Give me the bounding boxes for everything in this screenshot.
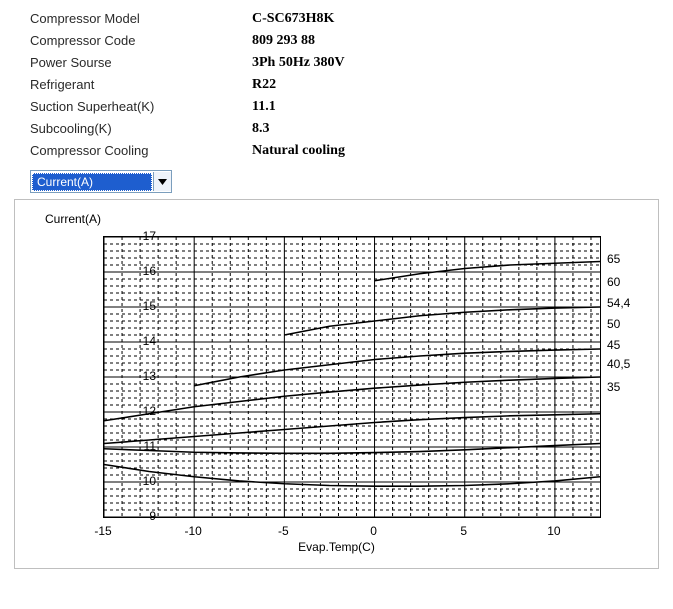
spec-label: Suction Superheat(K) xyxy=(30,96,252,118)
series-line xyxy=(375,262,600,281)
spec-row: Compressor CoolingNatural cooling xyxy=(30,140,649,162)
x-tick-label: 10 xyxy=(547,524,560,538)
y-tick-label: 15 xyxy=(76,299,156,313)
spec-row: Power Sourse3Ph 50Hz 380V xyxy=(30,52,649,74)
series-label: 65 xyxy=(607,252,620,266)
spec-label: Compressor Code xyxy=(30,30,252,52)
spec-value: Natural cooling xyxy=(252,140,345,162)
spec-label: Refrigerant xyxy=(30,74,252,96)
x-tick-label: -15 xyxy=(94,524,111,538)
chart-panel: Current(A) 9 10 11 12 13 14 15 16 17 -15 -10 -5 0 5 1… xyxy=(14,199,659,569)
dropdown-selected: Current(A) xyxy=(32,173,152,191)
y-tick-label: 14 xyxy=(76,334,156,348)
series-line xyxy=(104,444,600,454)
spec-label: Compressor Model xyxy=(30,8,252,30)
spec-value: 8.3 xyxy=(252,118,270,140)
y-tick-label: 13 xyxy=(76,369,156,383)
chevron-down-icon xyxy=(153,172,171,191)
series-line xyxy=(104,377,600,421)
series-line xyxy=(104,465,600,487)
metric-dropdown[interactable]: Current(A) xyxy=(30,170,172,193)
chart-lines xyxy=(104,237,600,517)
x-tick-label: -5 xyxy=(278,524,289,538)
spec-value: R22 xyxy=(252,74,276,96)
spec-row: Suction Superheat(K)11.1 xyxy=(30,96,649,118)
series-label: 50 xyxy=(607,317,620,331)
spec-row: Compressor ModelC-SC673H8K xyxy=(30,8,649,30)
y-tick-label: 9 xyxy=(76,509,156,523)
spec-label: Compressor Cooling xyxy=(30,140,252,162)
spec-label: Power Sourse xyxy=(30,52,252,74)
spec-row: Compressor Code809 293 88 xyxy=(30,30,649,52)
x-tick-label: 0 xyxy=(370,524,377,538)
spec-row: RefrigerantR22 xyxy=(30,74,649,96)
chart-area: Current(A) 9 10 11 12 13 14 15 16 17 -15 -10 -5 0 5 1… xyxy=(15,200,658,568)
x-tick-label: -10 xyxy=(185,524,202,538)
series-label: 60 xyxy=(607,275,620,289)
spec-value: C-SC673H8K xyxy=(252,8,334,30)
series-label: 40,5 xyxy=(607,357,630,371)
series-label: 54,4 xyxy=(607,296,630,310)
plot-area xyxy=(103,236,601,518)
y-tick-label: 10 xyxy=(76,474,156,488)
chart-title: Current(A) xyxy=(45,212,101,226)
spec-value: 3Ph 50Hz 380V xyxy=(252,52,345,74)
spec-value: 11.1 xyxy=(252,96,276,118)
series-label: 45 xyxy=(607,338,620,352)
spec-table: Compressor ModelC-SC673H8KCompressor Cod… xyxy=(0,0,673,162)
y-tick-label: 12 xyxy=(76,404,156,418)
spec-row: Subcooling(K)8.3 xyxy=(30,118,649,140)
series-line xyxy=(284,307,600,335)
x-axis-title: Evap.Temp(C) xyxy=(15,540,658,554)
y-tick-label: 17 xyxy=(76,229,156,243)
y-tick-label: 11 xyxy=(76,439,156,453)
series-line xyxy=(194,349,600,386)
series-line xyxy=(104,414,600,444)
series-label: 35 xyxy=(607,380,620,394)
metric-dropdown-wrap: Current(A) xyxy=(30,170,673,193)
spec-value: 809 293 88 xyxy=(252,30,315,52)
y-tick-label: 16 xyxy=(76,264,156,278)
spec-label: Subcooling(K) xyxy=(30,118,252,140)
x-tick-label: 5 xyxy=(460,524,467,538)
